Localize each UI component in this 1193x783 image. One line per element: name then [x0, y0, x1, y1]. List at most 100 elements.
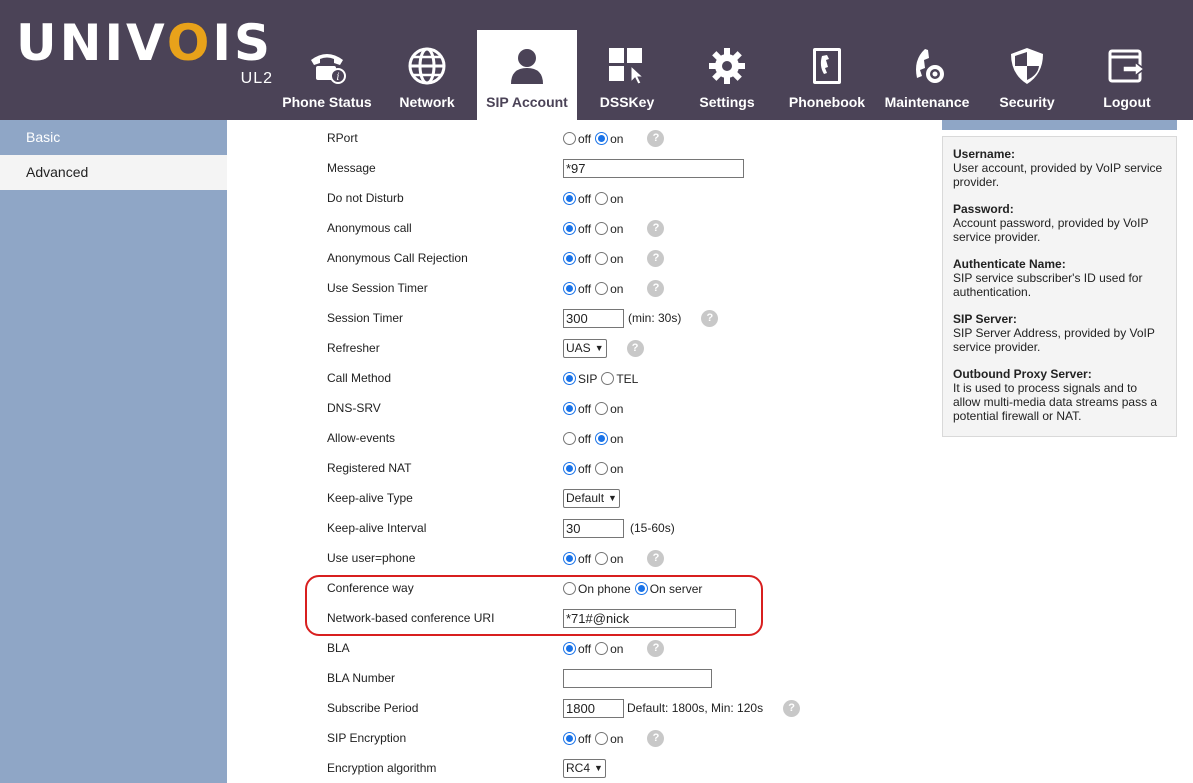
anonymous-call-on-radio[interactable]: [595, 221, 609, 235]
row-user-phone: Use user=phone off on ?: [227, 543, 927, 573]
help-icon[interactable]: ?: [626, 339, 644, 357]
anonymous-rejection-label: Anonymous Call Rejection: [327, 251, 468, 265]
dsskey-icon: [605, 44, 649, 88]
help-icon[interactable]: ?: [647, 729, 665, 747]
bla-number-input[interactable]: [563, 668, 712, 688]
nav-label: Logout: [1103, 94, 1151, 110]
keepalive-type-value: Default: [566, 491, 605, 505]
help-icon[interactable]: ?: [647, 219, 665, 237]
nav-security[interactable]: Security: [977, 30, 1077, 120]
sidebar-item-basic[interactable]: Basic: [0, 120, 227, 155]
help-icon[interactable]: ?: [647, 129, 665, 147]
nav-logout[interactable]: Logout: [1077, 30, 1177, 120]
allow-events-on-radio[interactable]: [595, 431, 609, 445]
help-panel: Username: User account, provided by VoIP…: [942, 136, 1177, 437]
header-bar: UNIVOIS UL2 i Phone Status Network SIP A…: [0, 0, 1193, 120]
row-anonymous-call: Anonymous call off on ?: [227, 213, 927, 243]
nav-sip-account[interactable]: SIP Account: [477, 30, 577, 120]
use-session-timer-on-radio[interactable]: [595, 281, 609, 295]
session-timer-note: (min: 30s): [628, 311, 682, 325]
use-session-timer-off-label: off: [578, 282, 592, 296]
nav-settings[interactable]: Settings: [677, 30, 777, 120]
dns-srv-off-label: off: [578, 402, 592, 416]
bla-number-label: BLA Number: [327, 671, 396, 685]
help-icon[interactable]: ?: [783, 699, 801, 717]
bla-on-radio[interactable]: [595, 641, 609, 655]
logo-text-start: UNIV: [16, 14, 167, 72]
model-name: UL2: [240, 70, 274, 87]
row-dnd: Do not Disturb off on: [227, 183, 927, 213]
nav-phone-status[interactable]: i Phone Status: [277, 30, 377, 120]
allow-events-off-radio[interactable]: [563, 431, 576, 445]
help-entry: Password: Account password, provided by …: [953, 202, 1166, 244]
user-phone-on-radio[interactable]: [595, 551, 609, 565]
keepalive-type-select[interactable]: Default ▼: [563, 488, 620, 508]
subscribe-period-input[interactable]: 1800: [563, 698, 624, 718]
rport-off-label: off: [578, 132, 592, 146]
user-phone-off-radio[interactable]: [563, 551, 576, 565]
allow-events-on-label: on: [610, 432, 624, 446]
session-timer-input[interactable]: 300: [563, 308, 624, 328]
sidebar-item-advanced[interactable]: Advanced: [0, 155, 227, 190]
message-input[interactable]: *97: [563, 158, 744, 178]
advanced-form: RPort off on ? Message *97 Do not Distur…: [227, 120, 927, 783]
chevron-down-icon: ▼: [594, 343, 604, 353]
help-icon[interactable]: ?: [647, 639, 665, 657]
nav-dsskey[interactable]: DSSKey: [577, 30, 677, 120]
user-phone-label: Use user=phone: [327, 551, 416, 565]
registered-nat-off-radio[interactable]: [563, 461, 576, 475]
sip-encryption-on-radio[interactable]: [595, 731, 609, 745]
help-icon[interactable]: ?: [701, 309, 719, 327]
session-timer-label: Session Timer: [327, 311, 404, 325]
dnd-on-label: on: [610, 192, 624, 206]
use-session-timer-label: Use Session Timer: [327, 281, 428, 295]
dns-srv-on-radio[interactable]: [595, 401, 609, 415]
sip-encryption-off-label: off: [578, 732, 592, 746]
help-entry: Outbound Proxy Server: It is used to pro…: [953, 367, 1166, 423]
anonymous-rejection-on-radio[interactable]: [595, 251, 609, 265]
call-method-sip-radio[interactable]: [563, 371, 576, 385]
call-method-tel-radio[interactable]: [601, 371, 615, 385]
rport-on-label: on: [610, 132, 624, 146]
brand-logo: UNIVOIS UL2: [16, 18, 273, 87]
chevron-down-icon: ▼: [594, 763, 603, 773]
row-encryption-algorithm: Encryption algorithm RC4 ▼: [227, 753, 927, 783]
row-keepalive-interval: Keep-alive Interval 30 (15-60s): [227, 513, 927, 543]
anonymous-rejection-off-radio[interactable]: [563, 251, 576, 265]
registered-nat-on-radio[interactable]: [595, 461, 609, 475]
help-icon[interactable]: ?: [647, 279, 665, 297]
dnd-off-radio[interactable]: [563, 191, 576, 205]
help-icon[interactable]: ?: [647, 549, 665, 567]
nav-phonebook[interactable]: Phonebook: [777, 30, 877, 120]
encryption-algorithm-select[interactable]: RC4 ▼: [563, 758, 606, 778]
anonymous-call-off-radio[interactable]: [563, 221, 576, 235]
nav-network[interactable]: Network: [377, 30, 477, 120]
call-method-sip-label: SIP: [578, 372, 598, 386]
chevron-down-icon: ▼: [608, 493, 617, 503]
nav-label: Network: [399, 94, 455, 110]
help-entry: Authenticate Name: SIP service subscribe…: [953, 257, 1166, 299]
sip-encryption-off-radio[interactable]: [563, 731, 576, 745]
refresher-select[interactable]: UAS ▼: [563, 338, 607, 358]
subscribe-period-note: Default: 1800s, Min: 120s: [627, 701, 764, 715]
gear-icon: [705, 44, 749, 88]
keepalive-interval-input[interactable]: 30: [563, 518, 624, 538]
rport-off-radio[interactable]: [563, 131, 576, 145]
allow-events-label: Allow-events: [327, 431, 396, 445]
use-session-timer-off-radio[interactable]: [563, 281, 576, 295]
registered-nat-on-label: on: [610, 462, 624, 476]
dns-srv-off-radio[interactable]: [563, 401, 576, 415]
row-registered-nat: Registered NAT off on: [227, 453, 927, 483]
keepalive-interval-note: (15-60s): [630, 521, 675, 535]
phonebook-icon: [805, 44, 849, 88]
logout-icon: [1105, 44, 1149, 88]
rport-on-radio[interactable]: [595, 131, 609, 145]
nav-maintenance[interactable]: Maintenance: [877, 30, 977, 120]
row-use-session-timer: Use Session Timer off on ?: [227, 273, 927, 303]
keepalive-interval-label: Keep-alive Interval: [327, 521, 427, 535]
nav-label: Settings: [699, 94, 755, 110]
dnd-on-radio[interactable]: [595, 191, 609, 205]
nav-label: DSSKey: [599, 94, 655, 110]
bla-off-radio[interactable]: [563, 641, 576, 655]
help-icon[interactable]: ?: [647, 249, 665, 267]
